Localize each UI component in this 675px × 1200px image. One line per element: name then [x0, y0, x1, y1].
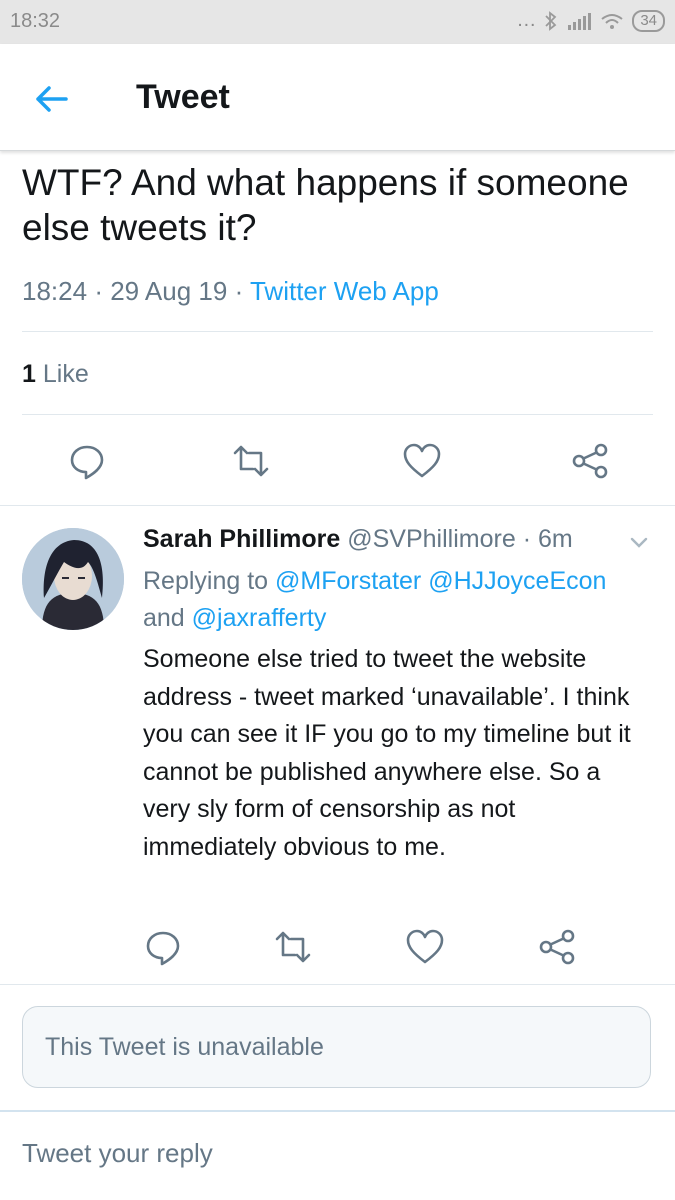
tweet-text: WTF? And what happens if someone else tw…: [22, 162, 629, 248]
signal-icon: [568, 12, 592, 30]
reply-author-handle[interactable]: @SVPhillimore: [347, 525, 515, 553]
status-bar: 18:32 … 34: [0, 0, 675, 44]
reply-age: 6m: [537, 525, 573, 553]
reply-author-name[interactable]: Sarah Phillimore: [143, 525, 340, 553]
mention-link[interactable]: @HJJoyceEcon: [428, 567, 606, 595]
battery-indicator: 34: [632, 9, 665, 32]
wifi-icon: [601, 13, 623, 29]
share-icon: [539, 929, 575, 965]
divider: [0, 984, 675, 985]
likes-count[interactable]: 1 Like: [22, 360, 89, 389]
tweet-options-button[interactable]: [628, 532, 650, 554]
retweet-icon: [275, 931, 311, 963]
tweet-date: 29 Aug 19: [110, 276, 228, 306]
comment-button[interactable]: [143, 927, 183, 967]
page-title: Tweet: [136, 78, 230, 116]
comment-button[interactable]: [67, 441, 107, 481]
tweet-meta: 18:24 · 29 Aug 19 · Twitter Web App: [22, 276, 439, 306]
app-bar: Tweet: [0, 44, 675, 151]
retweet-button[interactable]: [273, 927, 313, 967]
back-arrow-icon: [36, 86, 68, 112]
reply-header: Sarah Phillimore @SVPhillimore · 6m: [143, 525, 573, 553]
share-button[interactable]: [570, 441, 610, 481]
unavailable-text: This Tweet is unavailable: [45, 1033, 324, 1061]
back-button[interactable]: [28, 76, 74, 122]
divider: [0, 1110, 675, 1112]
share-icon: [572, 443, 608, 479]
status-time: 18:32: [10, 10, 61, 32]
reply-text: Someone else tried to tweet the website …: [143, 645, 631, 861]
chevron-down-icon: [630, 537, 648, 548]
mention-link[interactable]: @MForstater: [275, 567, 421, 595]
retweet-icon: [233, 445, 269, 477]
like-button[interactable]: [402, 441, 442, 481]
tweet-time: 18:24: [22, 276, 88, 306]
unavailable-tweet-card: This Tweet is unavailable: [22, 1006, 651, 1088]
likes-number: 1: [22, 360, 36, 388]
like-icon: [403, 443, 441, 478]
likes-label: Like: [42, 360, 89, 388]
retweet-button[interactable]: [231, 441, 271, 481]
replying-to-label: Replying to: [143, 567, 269, 595]
comment-icon: [70, 445, 104, 480]
bluetooth-icon: [545, 10, 557, 31]
mention-link[interactable]: @jaxrafferty: [192, 604, 327, 632]
divider: [22, 331, 653, 332]
divider: [0, 505, 675, 506]
like-icon: [406, 929, 444, 964]
avatar-image: [22, 528, 124, 630]
comment-icon: [146, 931, 180, 966]
replying-to-and: and: [143, 604, 185, 632]
like-button[interactable]: [405, 927, 445, 967]
share-button[interactable]: [537, 927, 577, 967]
dots-icon: …: [516, 9, 537, 31]
reply-input[interactable]: Tweet your reply: [22, 1138, 622, 1169]
divider: [22, 414, 653, 415]
tweet-source-link[interactable]: Twitter Web App: [250, 276, 439, 306]
replying-to: Replying to @MForstater @HJJoyceEcon and…: [143, 563, 643, 637]
status-icons: … 34: [516, 9, 665, 32]
avatar[interactable]: [22, 528, 124, 630]
